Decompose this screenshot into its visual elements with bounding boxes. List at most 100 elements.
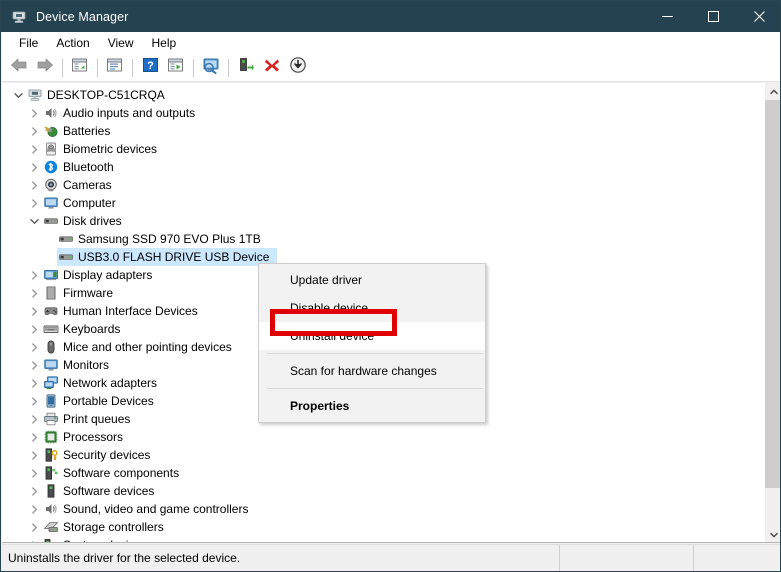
context-menu-item-uninstall-device[interactable]: Uninstall device xyxy=(259,322,485,350)
scroll-down-button[interactable] xyxy=(765,526,780,542)
tree-row-batteries[interactable]: Batteries xyxy=(2,122,754,140)
update-driver-icon xyxy=(167,57,185,78)
tree-row-label: Samsung SSD 970 EVO Plus 1TB xyxy=(78,232,261,246)
chevron-right-icon[interactable] xyxy=(26,302,42,320)
context-menu-item-update-driver[interactable]: Update driver xyxy=(259,266,485,294)
tree-row-label: Monitors xyxy=(63,358,110,372)
tree-row-security-devices[interactable]: Security devices xyxy=(2,446,754,464)
chevron-right-icon[interactable] xyxy=(26,140,42,158)
properties-button[interactable] xyxy=(102,56,128,80)
tree-row-root[interactable]: DESKTOP-C51CRQA xyxy=(2,86,754,104)
minimize-button[interactable] xyxy=(644,1,690,32)
chevron-right-icon[interactable] xyxy=(26,392,42,410)
chevron-down-icon[interactable] xyxy=(10,86,26,104)
tree-row-processors[interactable]: Processors xyxy=(2,428,754,446)
tree-row-bluetooth[interactable]: Bluetooth xyxy=(2,158,754,176)
tree-row-audio[interactable]: Audio inputs and outputs xyxy=(2,104,754,122)
chevron-right-icon[interactable] xyxy=(26,284,42,302)
chevron-right-icon[interactable] xyxy=(26,374,42,392)
chevron-right-icon[interactable] xyxy=(26,428,42,446)
toolbar-separator xyxy=(132,58,133,77)
tree-row-label: Processors xyxy=(63,430,124,444)
chevron-right-icon[interactable] xyxy=(26,536,42,542)
disk-drive-icon xyxy=(57,230,75,248)
tree-row-label: Portable Devices xyxy=(63,394,154,408)
tree-row-label: Software devices xyxy=(63,484,155,498)
tree-row-label: Display adapters xyxy=(63,268,153,282)
close-button[interactable] xyxy=(736,1,780,32)
tree-row-label: Human Interface Devices xyxy=(63,304,198,318)
software-component-icon xyxy=(42,464,60,482)
chevron-right-icon[interactable] xyxy=(26,104,42,122)
chevron-right-icon[interactable] xyxy=(26,122,42,140)
chevron-right-icon[interactable] xyxy=(26,176,42,194)
display-adapter-icon xyxy=(42,266,60,284)
tree-row-software-components[interactable]: Software components xyxy=(2,464,754,482)
context-menu-item-scan-for-hardware-changes[interactable]: Scan for hardware changes xyxy=(259,357,485,385)
chevron-right-icon[interactable] xyxy=(26,482,42,500)
tree-row-computer[interactable]: Computer xyxy=(2,194,754,212)
chevron-right-icon[interactable] xyxy=(26,446,42,464)
chevron-down-icon[interactable] xyxy=(26,212,42,230)
scan-hardware-changes-icon xyxy=(201,57,221,79)
tree-row-cameras[interactable]: Cameras xyxy=(2,176,754,194)
status-pane-secondary xyxy=(559,544,693,571)
chevron-right-icon[interactable] xyxy=(26,194,42,212)
menu-action[interactable]: Action xyxy=(47,34,98,52)
tree-row-label: Biometric devices xyxy=(63,142,158,156)
chevron-right-icon[interactable] xyxy=(26,158,42,176)
tree-row-software-devices[interactable]: Software devices xyxy=(2,482,754,500)
printer-icon xyxy=(42,410,60,428)
tree-row-sound-video-game[interactable]: Sound, video and game controllers xyxy=(2,500,754,518)
tree-row-label: System devices xyxy=(63,536,152,542)
tree-row-label: Security devices xyxy=(63,448,151,462)
tree-row-label: Mice and other pointing devices xyxy=(63,340,232,354)
forward-button[interactable] xyxy=(32,56,58,80)
enable-device-icon xyxy=(237,57,255,78)
uninstall-device-icon xyxy=(263,57,281,78)
scrollbar-thumb[interactable] xyxy=(765,100,780,488)
security-device-icon xyxy=(42,446,60,464)
fingerprint-icon xyxy=(42,140,60,158)
enable-device-button[interactable] xyxy=(233,56,259,80)
tree-row-biometric[interactable]: Biometric devices xyxy=(2,140,754,158)
show-hidden-devices-button[interactable] xyxy=(67,56,93,80)
tree-row-samsung-ssd[interactable]: Samsung SSD 970 EVO Plus 1TB xyxy=(2,230,754,248)
tree-row-label: Network adapters xyxy=(63,376,158,390)
toolbar-separator xyxy=(193,58,194,77)
bluetooth-icon xyxy=(42,158,60,176)
chevron-right-icon[interactable] xyxy=(26,266,42,284)
software-device-icon xyxy=(42,482,60,500)
chevron-right-icon[interactable] xyxy=(26,356,42,374)
help-button[interactable]: ? xyxy=(137,56,163,80)
tree-row-disk-drives[interactable]: Disk drives xyxy=(2,212,754,230)
update-driver-button[interactable] xyxy=(163,56,189,80)
chevron-right-icon[interactable] xyxy=(26,320,42,338)
toolbar: ? xyxy=(2,54,780,82)
scroll-up-button[interactable] xyxy=(765,83,780,100)
menu-help[interactable]: Help xyxy=(143,34,186,52)
chevron-right-icon[interactable] xyxy=(26,518,42,536)
vertical-scrollbar[interactable] xyxy=(764,83,780,542)
computer-root-icon xyxy=(26,86,44,104)
context-menu-item-disable-device[interactable]: Disable device xyxy=(259,294,485,322)
hid-icon xyxy=(42,302,60,320)
uninstall-device-button[interactable] xyxy=(259,56,285,80)
chevron-right-icon[interactable] xyxy=(26,500,42,518)
menu-file[interactable]: File xyxy=(10,34,47,52)
context-menu-item-properties[interactable]: Properties xyxy=(259,392,485,420)
chevron-right-icon[interactable] xyxy=(26,464,42,482)
maximize-button[interactable] xyxy=(690,1,736,32)
scan-hardware-changes-button[interactable] xyxy=(198,56,224,80)
tree-row-label: DESKTOP-C51CRQA xyxy=(47,88,165,102)
back-button[interactable] xyxy=(6,56,32,80)
disable-device-button[interactable] xyxy=(285,56,311,80)
chevron-right-icon[interactable] xyxy=(26,338,42,356)
context-menu-separator xyxy=(267,353,483,354)
tree-row-system-devices[interactable]: System devices xyxy=(2,536,754,542)
tree-row-storage-controllers[interactable]: Storage controllers xyxy=(2,518,754,536)
tree-row-label: Audio inputs and outputs xyxy=(63,106,196,120)
menu-view[interactable]: View xyxy=(99,34,143,52)
status-message: Uninstalls the driver for the selected d… xyxy=(8,550,241,565)
chevron-right-icon[interactable] xyxy=(26,410,42,428)
